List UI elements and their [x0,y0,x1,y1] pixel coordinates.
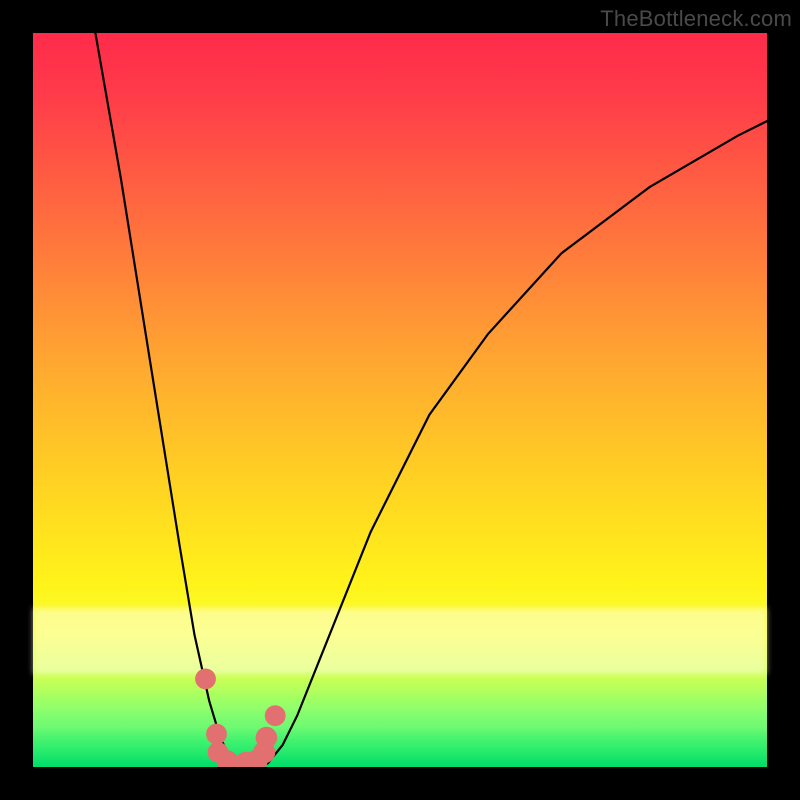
marker-dot [195,669,216,690]
outer-frame: TheBottleneck.com [0,0,800,800]
marker-dot [265,705,286,726]
curve-markers [195,669,286,768]
chart-svg [33,33,767,767]
marker-dot [206,724,227,745]
bottleneck-curve [95,33,767,767]
marker-dot [256,727,278,749]
watermark-text: TheBottleneck.com [600,6,792,32]
